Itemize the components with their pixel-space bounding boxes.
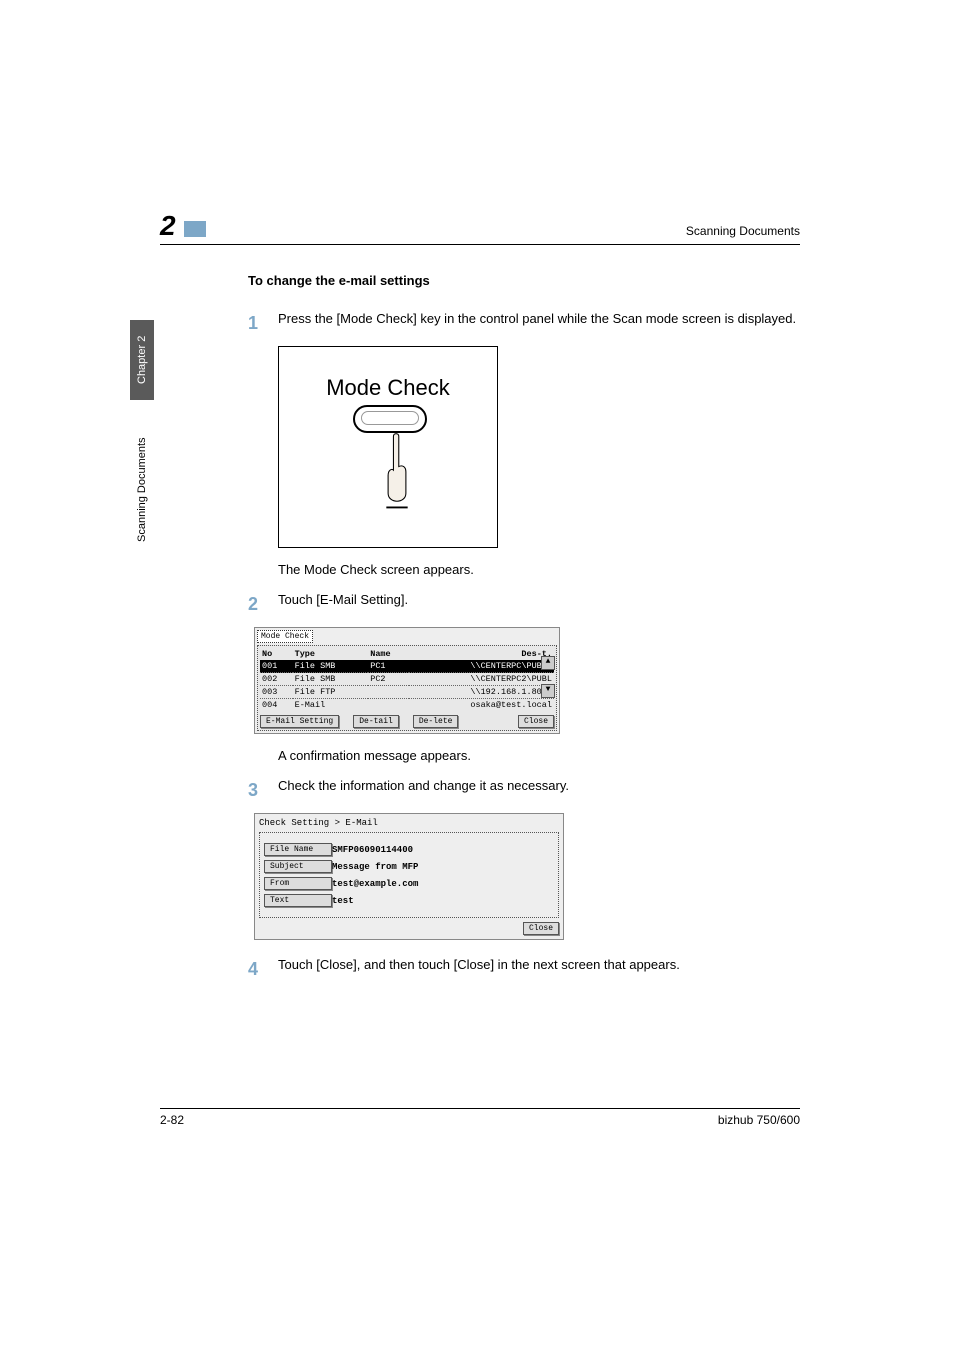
step-text: Touch [Close], and then touch [Close] in… (278, 956, 800, 982)
step-text: Press the [Mode Check] key in the contro… (278, 310, 800, 336)
model-name: bizhub 750/600 (718, 1113, 800, 1127)
text-button[interactable]: Text (264, 894, 332, 907)
subject-value: Message from MFP (332, 862, 554, 872)
step-1: 1 Press the [Mode Check] key in the cont… (248, 310, 800, 336)
chapter-accent-block (184, 221, 206, 237)
cell-no: 001 (260, 660, 293, 673)
col-name: Name (368, 648, 409, 660)
email-setting-button[interactable]: E-Mail Setting (260, 715, 339, 728)
cell-name: PC2 (368, 673, 409, 686)
step-3: 3 Check the information and change it as… (248, 777, 800, 803)
section-title: To change the e-mail settings (248, 273, 800, 288)
finger-icon (379, 431, 415, 511)
step-text: Touch [E-Mail Setting]. (278, 591, 800, 617)
close-button[interactable]: Close (523, 922, 559, 935)
step-number: 4 (248, 956, 278, 982)
chapter-number: 2 (160, 210, 176, 242)
cell-name: PC1 (368, 660, 409, 673)
delete-button[interactable]: De-lete (413, 715, 459, 728)
figure-check-setting-screen: Check Setting > E-Mail File Name SMFP060… (254, 813, 800, 940)
step-2: 2 Touch [E-Mail Setting]. (248, 591, 800, 617)
step-number: 3 (248, 777, 278, 803)
step-number: 1 (248, 310, 278, 336)
col-dest: Des-t. (409, 648, 554, 660)
side-tab: Chapter 2 Scanning Documents (130, 320, 154, 590)
mode-check-button-graphic (353, 405, 427, 433)
cell-type: File SMB (293, 673, 369, 686)
cell-name (368, 699, 409, 712)
filename-button[interactable]: File Name (264, 843, 332, 856)
breadcrumb: Check Setting > E-Mail (259, 818, 559, 828)
step-4: 4 Touch [Close], and then touch [Close] … (248, 956, 800, 982)
field-row-subject: Subject Message from MFP (264, 860, 554, 873)
cell-type: E-Mail (293, 699, 369, 712)
page-footer: 2-82 bizhub 750/600 (160, 1108, 800, 1127)
text-value: test (332, 896, 554, 906)
mode-check-label: Mode Check (279, 375, 497, 401)
cell-type: File SMB (293, 660, 369, 673)
detail-button[interactable]: De-tail (353, 715, 399, 728)
running-header: 2 Scanning Documents (160, 210, 800, 245)
col-no: No (260, 648, 293, 660)
filename-value: SMFP06090114400 (332, 845, 554, 855)
cell-type: File FTP (293, 686, 369, 699)
scroll-down-icon[interactable]: ▼ (541, 684, 555, 698)
close-button[interactable]: Close (518, 715, 554, 728)
cell-no: 003 (260, 686, 293, 699)
step-text: Check the information and change it as n… (278, 777, 800, 803)
table-row[interactable]: 004 E-Mail osaka@test.local (260, 699, 554, 712)
field-row-text: Text test (264, 894, 554, 907)
from-button[interactable]: From (264, 877, 332, 890)
scroll-up-icon[interactable]: ▲ (541, 656, 555, 670)
step-number: 2 (248, 591, 278, 617)
cell-dest: \\CENTERPC\PUBLI (409, 660, 554, 673)
screen-tab-label: Mode Check (257, 630, 313, 643)
table-row[interactable]: 003 File FTP \\192.168.1.80\p (260, 686, 554, 699)
field-row-from: From test@example.com (264, 877, 554, 890)
table-row[interactable]: 001 File SMB PC1 \\CENTERPC\PUBLI (260, 660, 554, 673)
from-value: test@example.com (332, 879, 554, 889)
subject-button[interactable]: Subject (264, 860, 332, 873)
cell-dest: osaka@test.local (409, 699, 554, 712)
col-type: Type (293, 648, 369, 660)
caption-after-step2: A confirmation message appears. (278, 748, 800, 763)
cell-no: 002 (260, 673, 293, 686)
cell-dest: \\CENTERPC2\PUBL (409, 673, 554, 686)
table-row[interactable]: 002 File SMB PC2 \\CENTERPC2\PUBL (260, 673, 554, 686)
caption-after-step1: The Mode Check screen appears. (278, 562, 800, 577)
cell-no: 004 (260, 699, 293, 712)
page-number: 2-82 (160, 1113, 184, 1127)
running-head-text: Scanning Documents (686, 224, 800, 242)
figure-mode-check-screen: Mode Check No Type Name Des-t. 001 File … (254, 627, 800, 734)
figure-mode-check-key: Mode Check (278, 346, 800, 548)
cell-name (368, 686, 409, 699)
destination-table: No Type Name Des-t. 001 File SMB PC1 \\C… (260, 648, 554, 711)
field-row-filename: File Name SMFP06090114400 (264, 843, 554, 856)
cell-dest: \\192.168.1.80\p (409, 686, 554, 699)
side-tab-chapter: Chapter 2 (130, 320, 154, 400)
side-tab-section: Scanning Documents (130, 420, 154, 560)
